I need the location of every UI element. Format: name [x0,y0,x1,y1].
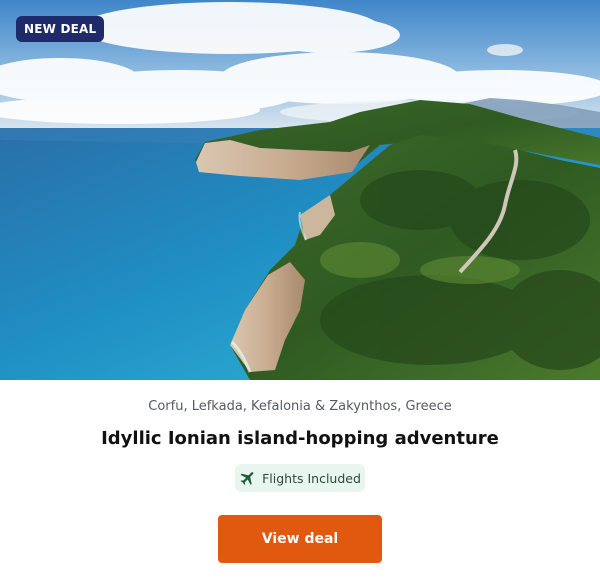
deal-title[interactable]: Idyllic Ionian island-hopping adventure [0,428,600,449]
new-deal-badge: NEW DEAL [16,16,105,42]
deal-card[interactable]: NEW DEAL Corfu, Lefkada, Kefalonia & Zak… [0,0,600,587]
deal-locations: Corfu, Lefkada, Kefalonia & Zakynthos, G… [148,399,452,414]
coastline-photo [0,0,600,380]
view-deal-button[interactable]: View deal [218,515,382,563]
airplane-icon [240,472,254,485]
hero-image[interactable]: NEW DEAL [0,0,600,380]
flights-included-tag: Flights Included [235,464,365,492]
feature-label: Flights Included [262,470,361,486]
